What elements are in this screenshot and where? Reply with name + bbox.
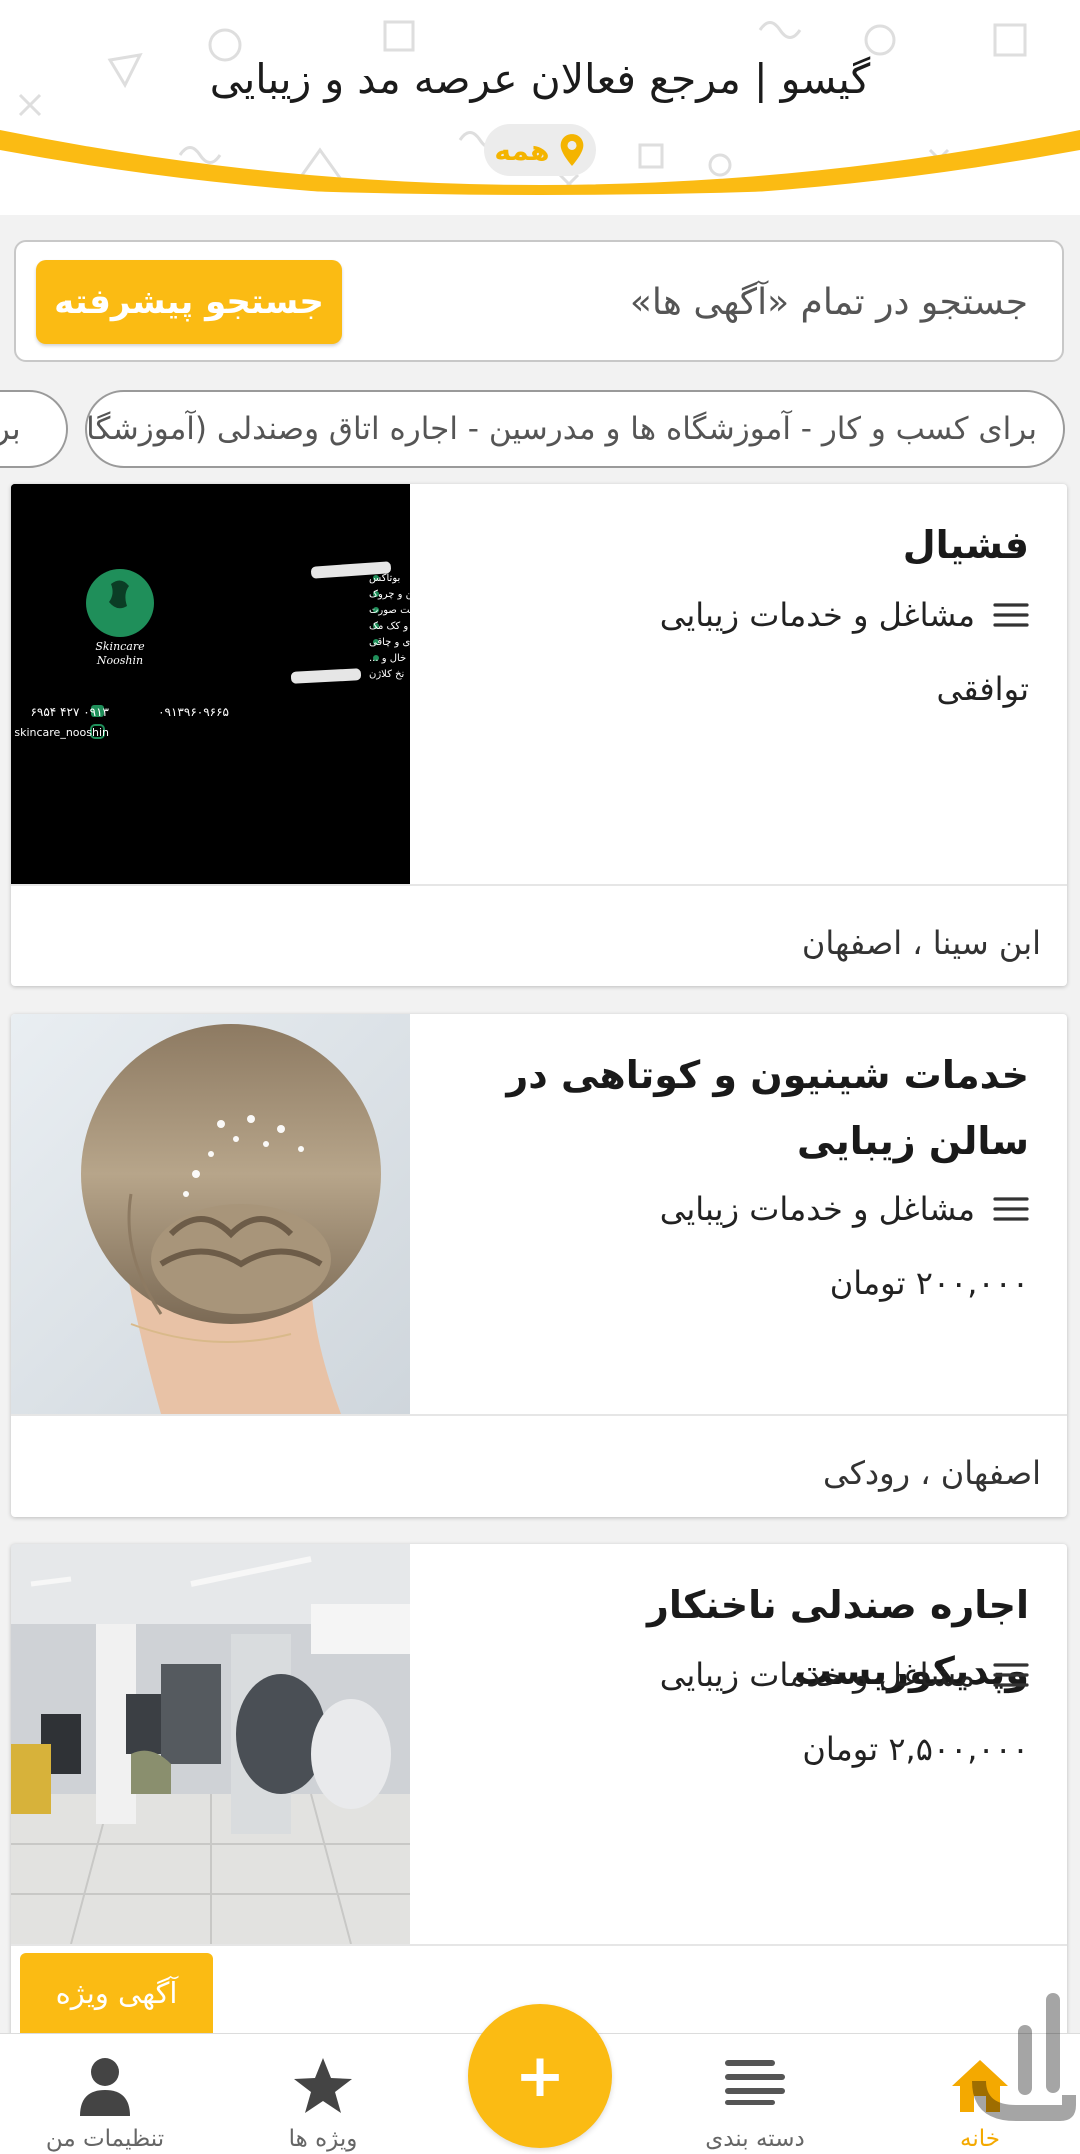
- hairstyle-photo: [11, 1014, 410, 1414]
- listing-category: مشاغل و خدمات زیبایی: [660, 1190, 1029, 1228]
- listing-location: ابن سینا ، اصفهان: [801, 924, 1041, 962]
- list-icon: [993, 1663, 1029, 1687]
- listing-category: مشاغل و خدمات زیبایی: [660, 596, 1029, 634]
- list-icon: [993, 1197, 1029, 1221]
- service-line: از بین برنده ترک‌های پوستی بارداری و چاق…: [369, 637, 410, 648]
- phone-2-text: ۰۹۱۳ ۴۲۷ ۶۹۵۴: [30, 705, 109, 719]
- nav-settings-label: تنظیمات من: [45, 2126, 165, 2152]
- nav-categories-label: دسته بندی: [705, 2126, 805, 2152]
- card-divider: [11, 1414, 1067, 1416]
- location-filter-label: همه: [494, 133, 550, 167]
- listing-price: توافقی: [936, 670, 1029, 708]
- listing-title: فشیال: [902, 523, 1029, 567]
- featured-ad-badge: آگهی ویژه: [20, 1953, 213, 2033]
- service-line: جوان سازی و لیفت پوست صورت: [369, 605, 410, 616]
- user-icon: [80, 2058, 130, 2116]
- nav-featured-label: ویژه ها: [288, 2126, 358, 2152]
- phone-1-text: ۰۹۱۳۹۶۰۹۶۶۵: [158, 705, 229, 719]
- listing-title: خدمات شینیون و کوتاهی در سالن زیبایی: [506, 1053, 1029, 1163]
- plus-icon: +: [514, 2041, 566, 2111]
- listing-price: ۲۰۰,۰۰۰ تومان: [829, 1264, 1029, 1302]
- listing-category-label: مشاغل و خدمات زیبایی: [659, 1190, 975, 1228]
- listing-card[interactable]: خدمات شینیون و کوتاهی در سالن زیبایی مشا…: [11, 1014, 1067, 1517]
- app-header: گیسو | مرجع فعالان عرصه مد و زیبایی همه: [0, 0, 1080, 215]
- nav-settings[interactable]: تنظیمات من: [15, 2034, 195, 2154]
- search-box[interactable]: جستجو در تمام «آگهی ها» جستجو پیشرفته: [14, 240, 1064, 362]
- cafebazaar-watermark-logo: [972, 1993, 1076, 2121]
- listing-location: اصفهان ، رودکی: [823, 1454, 1041, 1492]
- logo-text-top: Skincare: [95, 640, 145, 653]
- search-input[interactable]: جستجو در تمام «آگهی ها»: [630, 282, 1028, 323]
- listing-category: مشاغل و خدمات زیبایی: [660, 1656, 1029, 1694]
- nav-categories[interactable]: دسته بندی: [665, 2034, 845, 2154]
- menu-icon: [725, 2060, 785, 2105]
- location-filter-pill[interactable]: همه: [484, 124, 596, 176]
- listing-price: ۲,۵۰۰,۰۰۰ تومان: [802, 1730, 1029, 1768]
- filter-chip[interactable]: برای: [0, 390, 68, 468]
- salon-interior-photo: [11, 1544, 410, 1944]
- logo-text-bottom: Nooshin: [96, 654, 143, 667]
- service-line: رفع جای بخیه، جوش، سوختگی و کک مک: [369, 620, 410, 632]
- listing-category-label: مشاغل و خدمات زیبایی: [659, 1656, 975, 1694]
- list-icon: [993, 603, 1029, 627]
- service-line: برداشتن خال و ...: [369, 653, 410, 664]
- card-divider: [11, 884, 1067, 886]
- listing-category-label: مشاغل و خدمات زیبایی: [659, 596, 975, 634]
- service-line: نخ کلاژن: [369, 669, 404, 680]
- service-line: بوتاکس: [369, 573, 400, 584]
- nav-featured[interactable]: ویژه ها: [233, 2034, 413, 2154]
- instagram-handle: skincare_nooshin: [14, 726, 109, 739]
- listing-image: Skincare Nooshin بوتاکس درمان چین و چروک…: [11, 484, 410, 884]
- listing-card[interactable]: Skincare Nooshin بوتاکس درمان چین و چروک…: [11, 484, 1067, 986]
- add-listing-button[interactable]: +: [468, 2004, 612, 2148]
- header-background-pattern: [0, 20, 1080, 215]
- business-card-image: Skincare Nooshin بوتاکس درمان چین و چروک…: [11, 484, 410, 884]
- card-divider: [11, 1944, 1067, 1946]
- listing-image: [11, 1544, 410, 1944]
- star-icon: [294, 2058, 352, 2113]
- listing-image: [11, 1014, 410, 1414]
- advanced-search-button[interactable]: جستجو پیشرفته: [36, 260, 342, 344]
- app-title: گیسو | مرجع فعالان عرصه مد و زیبایی: [209, 55, 871, 103]
- service-line: درمان چین و چروک: [369, 589, 410, 600]
- filter-chip[interactable]: برای کسب و کار - آموزشگاه ها و مدرسین - …: [85, 390, 1065, 468]
- map-pin-icon: [560, 134, 583, 166]
